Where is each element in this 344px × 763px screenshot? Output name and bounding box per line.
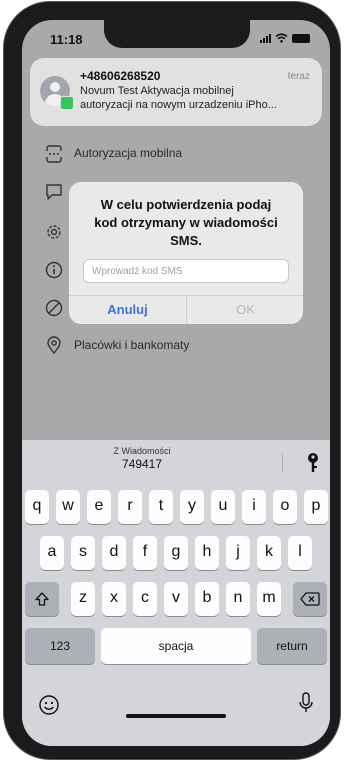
shift-icon — [35, 592, 49, 606]
sms-code-input[interactable] — [83, 259, 289, 283]
key-m[interactable]: m — [257, 582, 281, 616]
key-n[interactable]: n — [226, 582, 250, 616]
key-d[interactable]: d — [102, 536, 126, 570]
battery-icon — [292, 33, 310, 43]
menu-item-mobile-authorization[interactable]: Autoryzacja mobilna — [22, 142, 330, 170]
key-u[interactable]: u — [211, 490, 235, 524]
notch — [104, 20, 250, 48]
key-icon[interactable] — [306, 452, 320, 474]
shift-key[interactable] — [25, 582, 59, 616]
keyboard-row-1: q w e r t y u i o p — [22, 490, 330, 524]
key-t[interactable]: t — [149, 490, 173, 524]
key-c[interactable]: c — [133, 582, 157, 616]
key-l[interactable]: l — [288, 536, 312, 570]
microphone-icon[interactable] — [298, 691, 314, 715]
key-g[interactable]: g — [164, 536, 188, 570]
notification-sender: +48606268520 — [80, 69, 161, 83]
block-icon — [45, 299, 63, 317]
settings-icon — [47, 225, 61, 239]
key-w[interactable]: w — [56, 490, 80, 524]
backspace-icon — [300, 592, 320, 606]
home-indicator[interactable] — [126, 714, 226, 718]
key-r[interactable]: r — [118, 490, 142, 524]
key-h[interactable]: h — [195, 536, 219, 570]
phone-frame: 11:18 +48606268520 teraz Novum Test Akty… — [4, 2, 340, 759]
emoji-icon[interactable] — [38, 694, 60, 716]
key-a[interactable]: a — [40, 536, 64, 570]
dialog-message-line-1: W celu potwierdzenia podaj — [100, 197, 272, 212]
dialog-message-line-2: kod otrzymany w wiadomości — [94, 215, 278, 230]
key-e[interactable]: e — [87, 490, 111, 524]
suggestion-source-label: Z Wiadomości — [113, 446, 171, 456]
chat-icon — [46, 184, 62, 200]
signal-icon — [260, 33, 271, 43]
phone-screen: 11:18 +48606268520 teraz Novum Test Akty… — [22, 20, 330, 746]
suggestion-divider — [282, 454, 283, 472]
notification-line-1: Novum Test Aktywacja mobilnej — [80, 85, 234, 97]
keyboard: Z Wiadomości 749417 q w e r t y u i o p — [22, 440, 330, 746]
cancel-button[interactable]: Anuluj — [69, 296, 186, 324]
keyboard-row-3: z x c v b n m — [22, 582, 330, 616]
key-o[interactable]: o — [273, 490, 297, 524]
sms-code-dialog: W celu potwierdzenia podaj kod otrzymany… — [69, 182, 303, 324]
key-v[interactable]: v — [164, 582, 188, 616]
location-icon — [47, 336, 61, 355]
menu-item-branches-atms[interactable]: Placówki i bankomaty — [22, 334, 330, 362]
key-q[interactable]: q — [25, 490, 49, 524]
key-k[interactable]: k — [257, 536, 281, 570]
backspace-key[interactable] — [293, 582, 327, 616]
key-z[interactable]: z — [71, 582, 95, 616]
menu-item-label: Placówki i bankomaty — [74, 338, 190, 352]
keyboard-row-4: 123 spacja return — [22, 628, 330, 664]
mobile-authorization-icon — [46, 145, 62, 163]
key-p[interactable]: p — [304, 490, 328, 524]
key-b[interactable]: b — [195, 582, 219, 616]
ok-button[interactable]: OK — [187, 296, 303, 324]
menu-item-label: Autoryzacja mobilna — [74, 146, 183, 160]
space-key[interactable]: spacja — [101, 628, 251, 664]
sms-notification[interactable]: +48606268520 teraz Novum Test Aktywacja … — [30, 58, 322, 126]
notification-line-2: autoryzacji na nowym urzadzeniu iPho... — [80, 99, 277, 111]
notification-time: teraz — [287, 71, 310, 82]
dialog-message: W celu potwierdzenia podaj kod otrzymany… — [79, 196, 293, 250]
suggestion-code: 749417 — [121, 457, 163, 471]
messages-app-icon — [60, 96, 74, 110]
numbers-key[interactable]: 123 — [25, 628, 95, 664]
status-time: 11:18 — [50, 32, 83, 47]
return-key[interactable]: return — [257, 628, 327, 664]
dialog-message-line-3: SMS. — [170, 233, 202, 248]
info-icon — [45, 261, 63, 279]
status-icons — [260, 33, 310, 43]
sms-code-suggestion[interactable]: Z Wiadomości 749417 — [22, 446, 262, 471]
key-f[interactable]: f — [133, 536, 157, 570]
notification-body: Novum Test Aktywacja mobilnej autoryzacj… — [80, 84, 316, 112]
keyboard-row-2: a s d f g h j k l — [22, 536, 330, 570]
key-j[interactable]: j — [226, 536, 250, 570]
wifi-icon — [275, 33, 288, 43]
key-y[interactable]: y — [180, 490, 204, 524]
key-x[interactable]: x — [102, 582, 126, 616]
key-i[interactable]: i — [242, 490, 266, 524]
key-s[interactable]: s — [71, 536, 95, 570]
